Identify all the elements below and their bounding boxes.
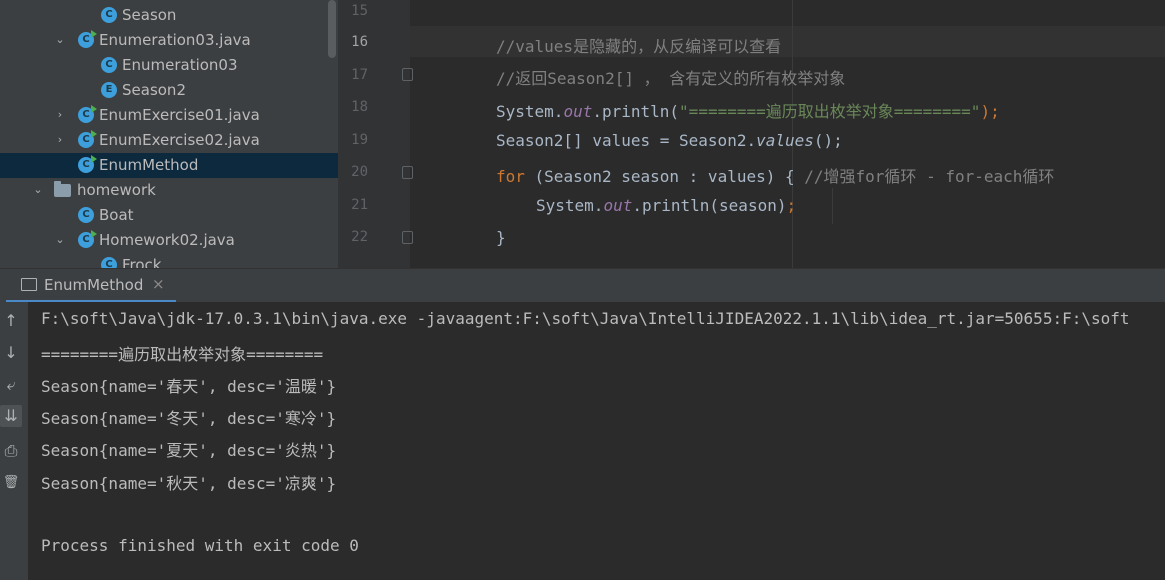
tree-item-label: EnumMethod [99,156,199,174]
fold-marker-icon[interactable] [402,166,413,179]
line-number: 18 [351,99,368,115]
tree-item-label: EnumExercise02.java [99,131,260,149]
print-icon[interactable]: ⎙ [0,440,22,462]
tree-item-label: homework [77,181,156,199]
tree-item-enumexercise02-java[interactable]: › C EnumExercise02.java [0,128,338,153]
console-line: Season{name='夏天', desc='炎热'} [41,441,337,460]
tree-item-homework[interactable]: ⌄ homework [0,178,338,203]
code-token: System. [536,196,604,215]
code-line-21: System.out.println(season); [536,196,796,215]
code-token: Season2[] values = Season2. [496,131,757,150]
run-toolbar: ↑ ↓ ⤶ ⇊ ⎙ 🗑 [0,302,28,580]
tree-item-enumexercise01-java[interactable]: › C EnumExercise01.java [0,103,338,128]
class-icon: C [101,7,117,23]
project-tree: C Season ⌄ C Enumeration03.java C Enumer… [0,0,338,268]
class-icon: C [78,207,94,223]
code-token: for [496,167,525,186]
package-icon [54,181,71,197]
code-token: out [603,196,633,215]
code-token: //增强for循环 - for-each循环 [804,167,1055,186]
code-line-22: } [496,228,506,247]
console-icon [21,278,37,291]
code-token: (); [813,131,843,150]
chevron-down-icon[interactable]: ⌄ [53,233,67,247]
fold-marker-icon[interactable] [402,231,413,244]
enum-icon: E [101,82,117,98]
tree-item-homework02-java[interactable]: ⌄ C Homework02.java [0,228,338,253]
trash-icon[interactable]: 🗑 [0,472,22,494]
tree-scrollbar[interactable] [328,0,336,58]
console-line: Season{name='秋天', desc='凉爽'} [41,474,337,493]
chevron-down-icon[interactable]: ⌄ [53,33,67,47]
soft-wrap-icon[interactable]: ⤶ [0,374,22,396]
line-number: 19 [351,132,368,148]
code-token: System. [496,102,564,121]
code-line-16: //values是隐藏的，从反编译可以查看 [496,37,782,56]
console-line: ========遍历取出枚举对象======== [41,345,324,364]
class-icon: C [101,257,117,268]
runnable-class-icon: C [78,155,97,173]
tree-item-season[interactable]: C Season [0,3,338,28]
fold-marker-icon[interactable] [402,68,413,81]
up-arrow-icon[interactable]: ↑ [0,310,22,332]
tree-item-label: Enumeration03.java [99,31,251,49]
chevron-down-icon[interactable]: ⌄ [31,183,45,197]
tree-item-label: Season2 [122,81,186,99]
line-number: 17 [351,67,368,83]
java-file-icon: C [78,105,97,123]
java-file-icon: C [78,130,97,148]
code-editor[interactable]: 15 16 17 18 19 20 21 22 //values是隐藏的，从反编… [338,0,1165,268]
console-output[interactable]: F:\soft\Java\jdk-17.0.3.1\bin\java.exe -… [28,302,1165,580]
java-file-icon: C [78,30,97,48]
tree-item-label: Homework02.java [99,231,235,249]
tree-item-label: Enumeration03 [122,56,238,74]
close-icon[interactable]: × [152,275,165,293]
code-line-18: System.out.println("========遍历取出枚举对象====… [496,98,1000,122]
console-line: Season{name='春天', desc='温暖'} [41,377,337,396]
code-token: out [563,102,593,121]
line-number: 20 [351,164,368,180]
java-file-icon: C [78,230,97,248]
down-arrow-icon[interactable]: ↓ [0,342,22,364]
line-number: 21 [351,197,368,213]
tree-item-label: Frock [122,256,162,268]
console-line: F:\soft\Java\jdk-17.0.3.1\bin\java.exe -… [41,309,1130,328]
code-token: ; [786,196,797,215]
editor-gutter: 15 16 17 18 19 20 21 22 [338,0,413,268]
line-number: 15 [351,3,368,19]
chevron-right-icon[interactable]: › [53,108,67,122]
tree-item-label: Boat [99,206,134,224]
code-token: "========遍历取出枚举对象========" [679,102,981,121]
tree-item-label: Season [122,6,177,24]
class-icon: C [101,57,117,73]
code-line-17: //返回Season2[] ， 含有定义的所有枚举对象 [496,69,846,88]
tree-item-enummethod[interactable]: C EnumMethod [0,153,338,178]
code-line-19: Season2[] values = Season2.values(); [496,131,843,150]
tree-item-label: EnumExercise01.java [99,106,260,124]
tree-item-frock[interactable]: C Frock [0,253,338,268]
tree-item-season2[interactable]: E Season2 [0,78,338,103]
tree-item-enumeration03[interactable]: C Enumeration03 [0,53,338,78]
run-tab-label: EnumMethod [44,276,144,294]
scroll-to-end-icon[interactable]: ⇊ [0,405,22,427]
line-number: 22 [351,229,368,245]
code-line-20: for (Season2 season : values) { //增强for循… [496,163,1054,187]
run-tool-window-header: EnumMethod × [0,268,1165,303]
chevron-right-icon[interactable]: › [53,133,67,147]
console-line: Process finished with exit code 0 [41,536,359,555]
console-line: Season{name='冬天', desc='寒冷'} [41,409,337,428]
code-token: (Season2 season : values) { [524,167,805,186]
indent-guide [832,188,833,224]
tree-item-boat[interactable]: C Boat [0,203,338,228]
code-token: .println(season) [632,196,787,215]
tree-item-enumeration03-java[interactable]: ⌄ C Enumeration03.java [0,28,338,53]
run-tab-enummethod[interactable]: EnumMethod × [6,269,176,303]
code-token: values [756,131,814,150]
line-number: 16 [351,34,368,50]
code-token: .println( [592,102,680,121]
code-token: ); [980,102,1000,121]
